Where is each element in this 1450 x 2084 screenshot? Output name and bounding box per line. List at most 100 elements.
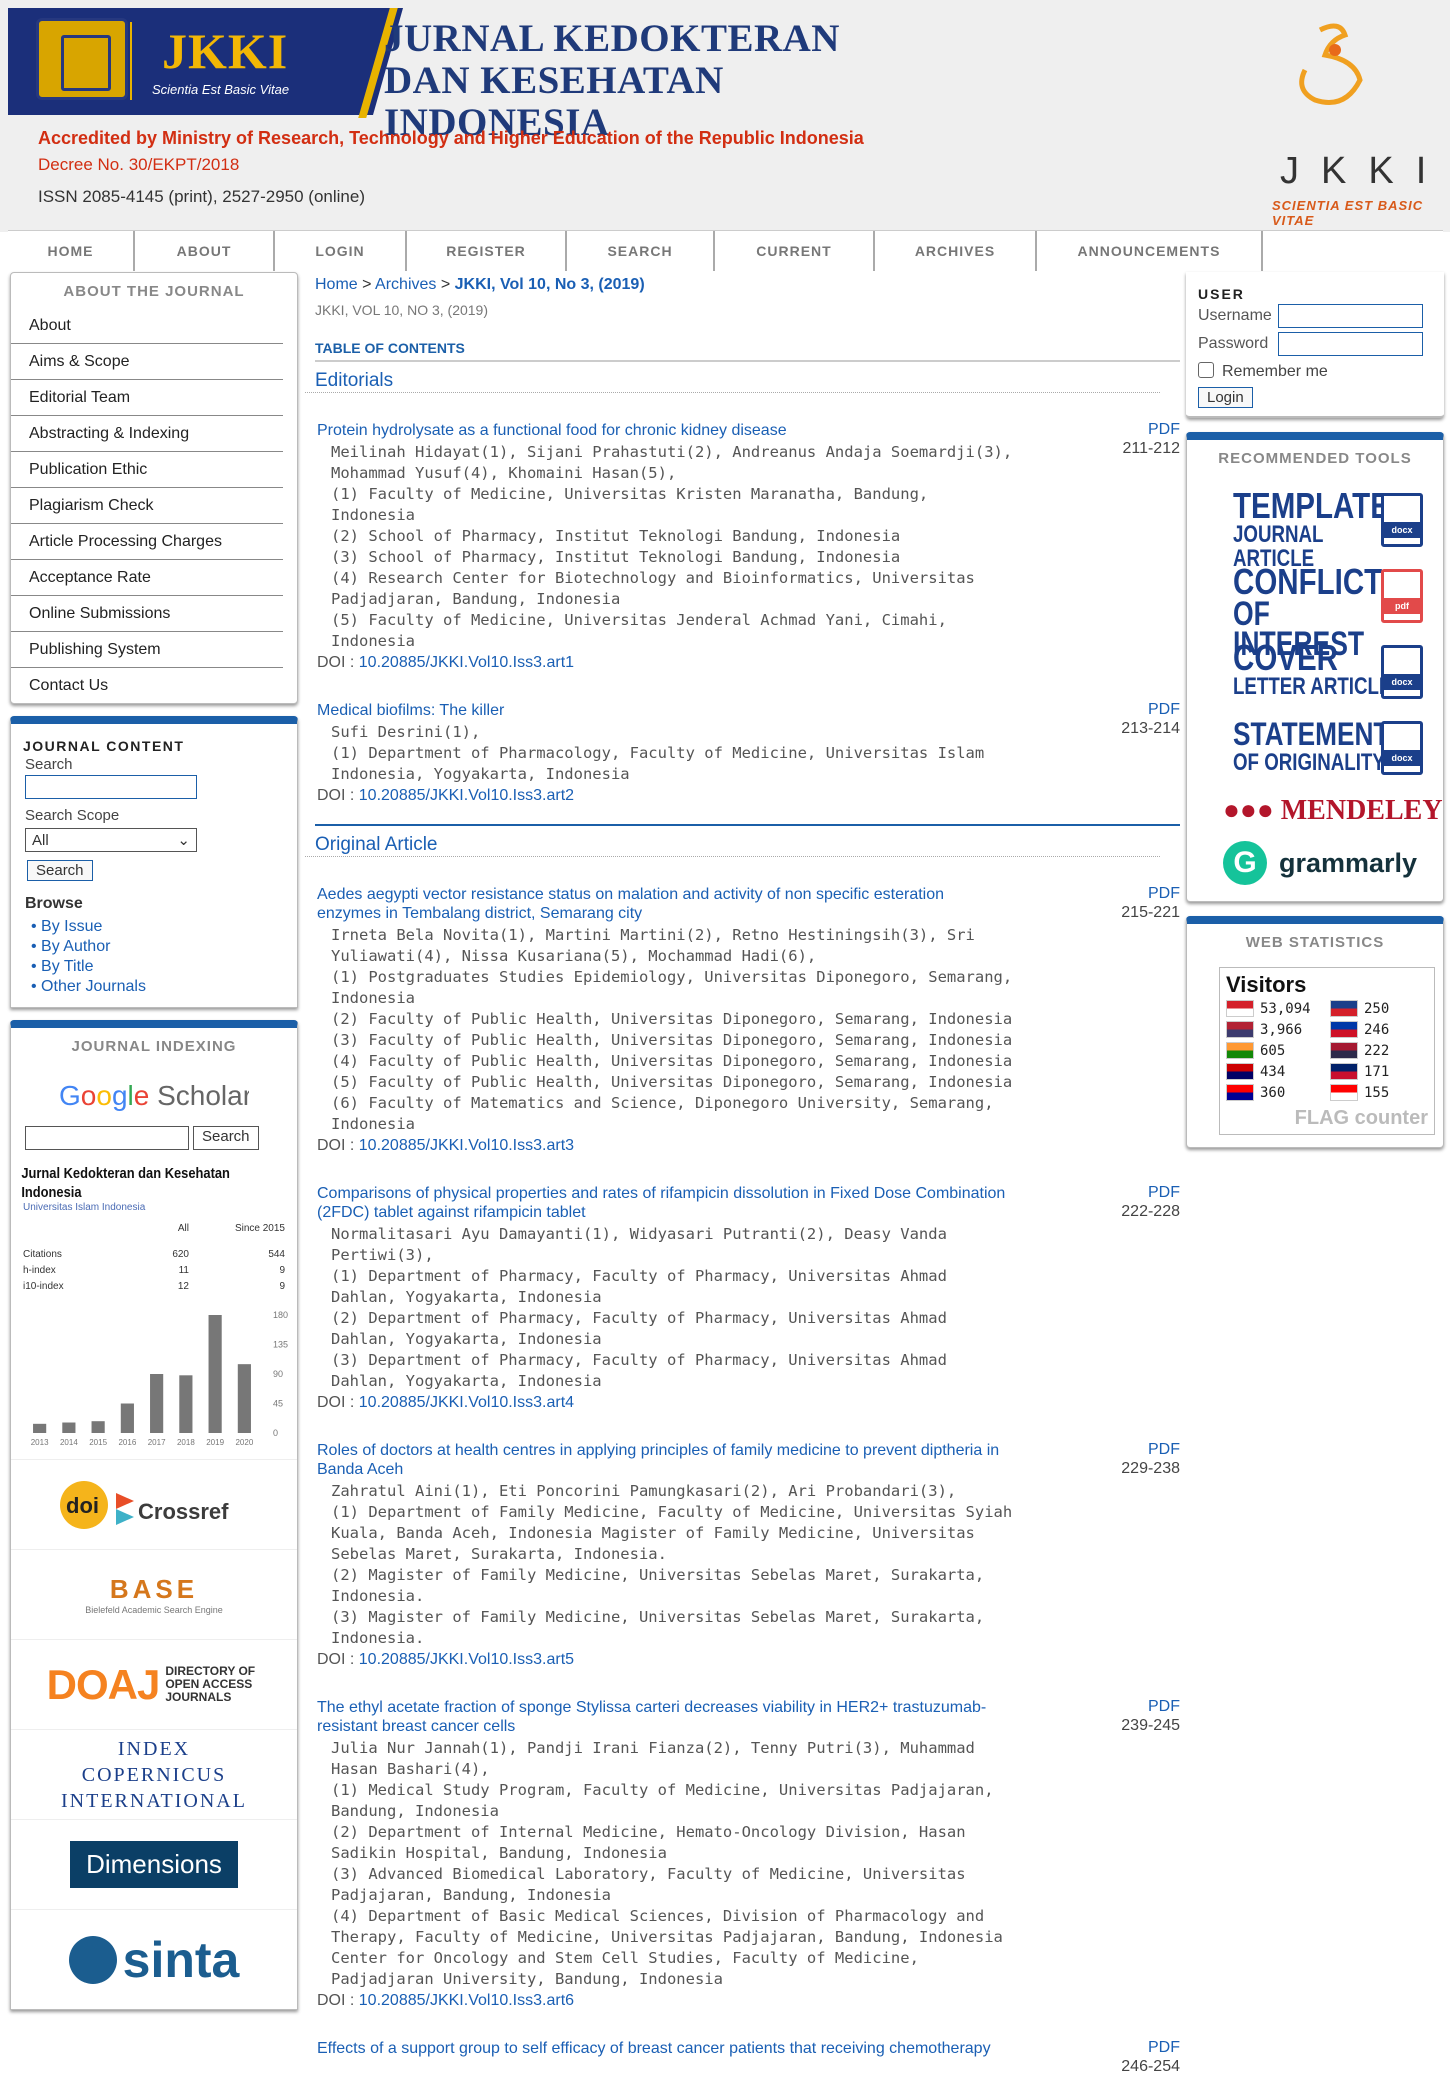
flagcounter-label: FLAG counter <box>1294 1107 1428 1129</box>
remember-checkbox[interactable] <box>1198 362 1214 378</box>
sidebar-link-about[interactable]: About <box>11 308 283 344</box>
tool-cover-letter[interactable]: COVER LETTER ARTICLE docx <box>1233 637 1443 703</box>
sidebar-link-publishing-system[interactable]: Publishing System <box>11 632 283 668</box>
sidebar-link-online-submissions[interactable]: Online Submissions <box>11 596 283 632</box>
journal-search-input[interactable] <box>25 775 197 799</box>
gs-cell: 9 <box>279 1281 285 1292</box>
flag-count: 434 <box>1260 1063 1286 1080</box>
nav-current[interactable]: CURRENT <box>715 231 875 271</box>
article-title-link[interactable]: Comparisons of physical properties and r… <box>317 1184 1007 1222</box>
sidebar-link-plagiarism-check[interactable]: Plagiarism Check <box>11 488 283 524</box>
x-tick-label: 2017 <box>148 1438 166 1447</box>
article-pdf-link[interactable]: PDF <box>1090 1698 1180 1716</box>
sidebar-link-editorial-team[interactable]: Editorial Team <box>11 380 283 416</box>
article-pages: 215-221 <box>1121 904 1180 921</box>
gs-search-input[interactable] <box>25 1126 189 1150</box>
login-button[interactable]: Login <box>1198 387 1253 408</box>
article-pdf-link[interactable]: PDF <box>1090 1441 1180 1459</box>
article-authors-affiliations: Normalitasari Ayu Damayanti(1), Widyasar… <box>331 1225 947 1390</box>
journal-indexing-title: JOURNAL INDEXING <box>71 1038 237 1055</box>
doi-link[interactable]: 10.20885/JKKI.Vol10.Iss3.art5 <box>359 1651 574 1668</box>
search-scope-select[interactable]: All ⌄ <box>25 828 197 852</box>
article-title-link[interactable]: Effects of a support group to self effic… <box>317 2039 1007 2058</box>
crossref-logo[interactable]: doi Crossref <box>11 1459 297 1549</box>
browse-by-author[interactable]: By Author <box>11 937 297 957</box>
article-entry: Roles of doctors at health centres in ap… <box>317 1441 1180 1670</box>
search-scope-label: Search Scope <box>25 807 120 824</box>
sidebar-link-abstracting-indexing[interactable]: Abstracting & Indexing <box>11 416 283 452</box>
article-pdf-link[interactable]: PDF <box>1090 1184 1180 1202</box>
article-pdf-link[interactable]: PDF <box>1090 885 1180 903</box>
nav-search[interactable]: SEARCH <box>567 231 715 271</box>
article-pdf-link[interactable]: PDF <box>1090 421 1180 439</box>
tool-template[interactable]: TEMPLATE JOURNAL ARTICLE docx <box>1233 488 1443 571</box>
doi-link[interactable]: 10.20885/JKKI.Vol10.Iss3.art3 <box>359 1137 574 1154</box>
password-input[interactable] <box>1278 332 1423 356</box>
article-pages: 239-245 <box>1121 1717 1180 1734</box>
sidebar-link-publication-ethic[interactable]: Publication Ethic <box>11 452 283 488</box>
article-title-link[interactable]: Medical biofilms: The killer <box>317 701 1007 720</box>
x-tick-label: 2018 <box>177 1438 195 1447</box>
sidebar-link-contact-us[interactable]: Contact Us <box>11 668 283 703</box>
tool-cover-big: COVER <box>1233 637 1338 678</box>
breadcrumb-current[interactable]: JKKI, Vol 10, No 3, (2019) <box>455 276 645 293</box>
sidebar-link-apc[interactable]: Article Processing Charges <box>11 524 283 560</box>
flag-count: 155 <box>1364 1084 1390 1101</box>
password-row: Password <box>1194 332 1436 356</box>
copernicus-logo[interactable]: INDEX COPERNICUS INTERNATIONAL <box>11 1729 297 1819</box>
sidebar-link-aims-scope[interactable]: Aims & Scope <box>11 344 283 380</box>
x-tick-label: 2014 <box>60 1438 78 1447</box>
article-pdf-link[interactable]: PDF <box>1090 701 1180 719</box>
mendeley-link[interactable]: ●●● MENDELEY <box>1223 795 1443 827</box>
dimensions-text: Dimensions <box>70 1841 238 1888</box>
dimensions-logo[interactable]: Dimensions <box>11 1819 297 1909</box>
flag-counter-widget[interactable]: Visitors 53,094 250 3,966 246 605 222 434 171 36… <box>1219 967 1435 1135</box>
section-editorials: Editorials <box>305 362 1160 393</box>
breadcrumb-home[interactable]: Home <box>315 276 358 293</box>
sinta-logo[interactable]: sinta <box>11 1909 297 2009</box>
article-authors-affiliations: Irneta Bela Novita(1), Martini Martini(2… <box>331 926 1013 1133</box>
article-pdf-link[interactable]: PDF <box>1090 2039 1180 2057</box>
y-tick-label: 90 <box>273 1369 283 1379</box>
article-title-link[interactable]: The ethyl acetate fraction of sponge Sty… <box>317 1698 1007 1736</box>
base-logo[interactable]: BASE Bielefeld Academic Search Engine <box>11 1549 297 1639</box>
tool-statement[interactable]: STATEMENT OF ORIGINALITY docx <box>1233 717 1443 779</box>
gs-search-button[interactable]: Search <box>193 1126 259 1150</box>
search-label: Search <box>25 756 73 773</box>
browse-by-issue[interactable]: By Issue <box>11 917 297 937</box>
sidebar-link-acceptance-rate[interactable]: Acceptance Rate <box>11 560 283 596</box>
gs-cell: 544 <box>268 1249 285 1260</box>
article-pages: 229-238 <box>1121 1460 1180 1477</box>
nav-about[interactable]: ABOUT <box>135 231 275 271</box>
nav-register[interactable]: REGISTER <box>407 231 567 271</box>
article-title-link[interactable]: Protein hydrolysate as a functional food… <box>317 421 1007 440</box>
flag-count: 53,094 <box>1260 1000 1311 1017</box>
doi-link[interactable]: 10.20885/JKKI.Vol10.Iss3.art1 <box>359 654 574 671</box>
doaj-logo[interactable]: DOAJ DIRECTORY OF OPEN ACCESS JOURNALS <box>11 1639 297 1729</box>
doi-link[interactable]: 10.20885/JKKI.Vol10.Iss3.art6 <box>359 1992 574 2009</box>
doi-link[interactable]: 10.20885/JKKI.Vol10.Iss3.art4 <box>359 1394 574 1411</box>
grammarly-link[interactable]: G grammarly <box>1223 841 1443 885</box>
doi-link[interactable]: 10.20885/JKKI.Vol10.Iss3.art2 <box>359 787 574 804</box>
google-scholar-logo[interactable]: Google Scholar <box>11 1077 297 1120</box>
citations-bar-chart: 180 135 90 45 0 2013 2014 2015 2016 2017 2018 2019 2… <box>31 1310 288 1447</box>
nav-login[interactable]: LOGIN <box>275 231 407 271</box>
chart-bar <box>179 1375 193 1433</box>
remember-me-row[interactable]: Remember me <box>1198 362 1432 381</box>
breadcrumb-archives[interactable]: Archives <box>375 276 436 293</box>
nav-home[interactable]: HOME <box>8 231 135 271</box>
journal-search-button[interactable]: Search <box>27 860 93 881</box>
flag-count: 246 <box>1364 1021 1390 1038</box>
nav-archives[interactable]: ARCHIVES <box>875 231 1037 271</box>
username-input[interactable] <box>1278 304 1423 328</box>
nav-announcements[interactable]: ANNOUNCEMENTS <box>1037 231 1263 271</box>
gs-journal-name[interactable]: Jurnal Kedokteran dan Kesehatan Indonesi… <box>11 1156 257 1202</box>
issn-text: ISSN 2085-4145 (print), 2527-2950 (onlin… <box>38 187 365 206</box>
tool-conflict[interactable]: CONFLICT OF INTEREST pdf <box>1233 564 1443 661</box>
grammarly-text: grammarly <box>1279 847 1418 878</box>
article-title-link[interactable]: Roles of doctors at health centres in ap… <box>317 1441 1007 1479</box>
article-title-link[interactable]: Aedes aegypti vector resistance status o… <box>317 885 1007 923</box>
browse-other-journals[interactable]: Other Journals <box>11 977 297 997</box>
browse-by-title[interactable]: By Title <box>11 957 297 977</box>
breadcrumb-sep: > <box>440 276 455 293</box>
